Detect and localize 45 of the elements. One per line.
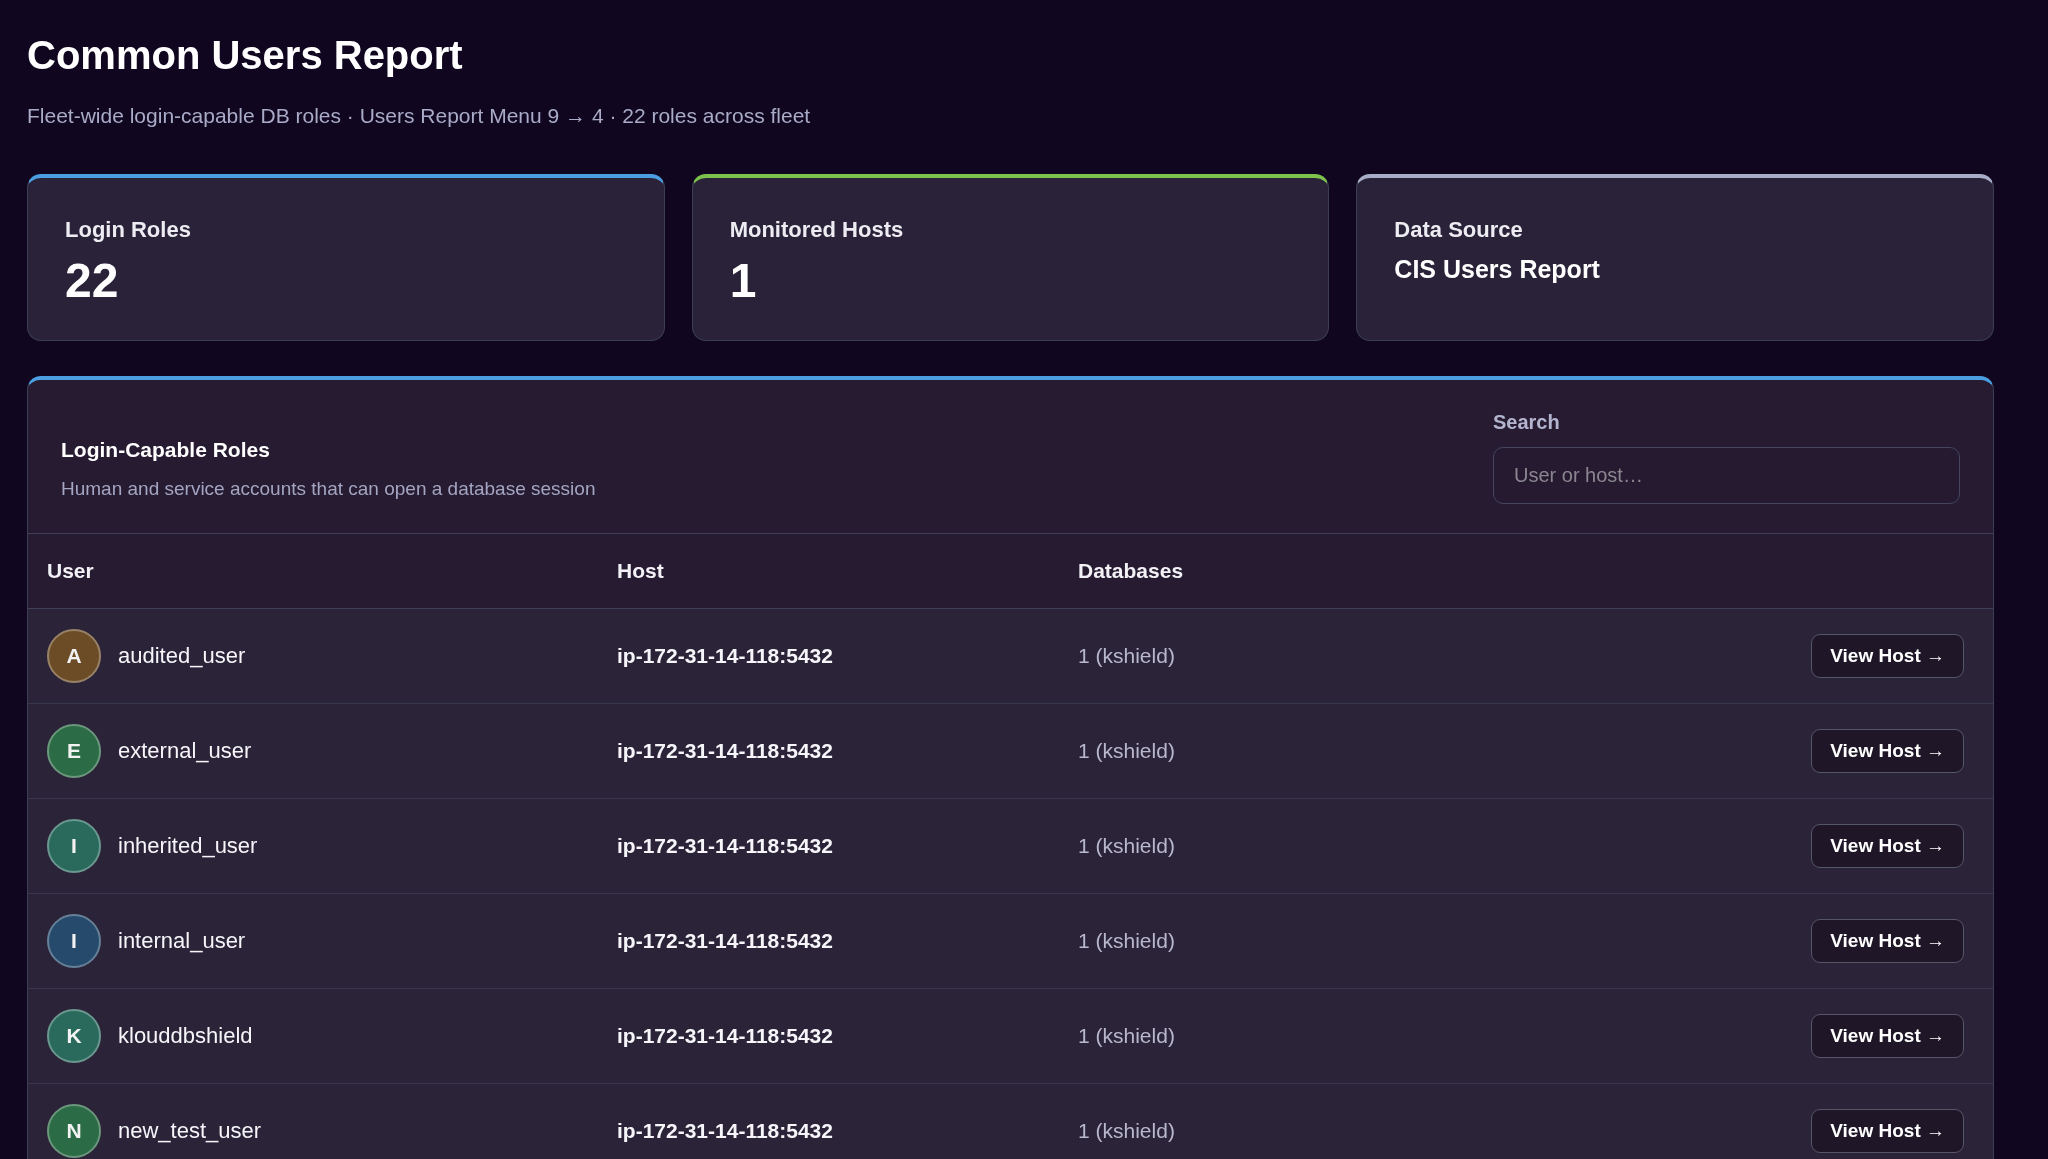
user-avatar: I xyxy=(47,914,101,968)
user-avatar: E xyxy=(47,724,101,778)
user-name: new_test_user xyxy=(118,1118,262,1144)
stat-value: 1 xyxy=(729,253,757,309)
view-host-button[interactable]: View Host → xyxy=(1811,1014,1964,1058)
host-cell: ip-172-31-14-118:5432 xyxy=(617,739,833,763)
panel-title: Login-Capable Roles xyxy=(61,437,270,463)
user-name: audited_user xyxy=(118,643,246,669)
search-field[interactable]: User or host… xyxy=(1493,447,1960,504)
stat-value: 22 xyxy=(65,253,119,309)
user-name: klouddbshield xyxy=(118,1023,253,1049)
databases-cell: 1 (kshield) xyxy=(1078,929,1175,953)
user-avatar: I xyxy=(47,819,101,873)
user-avatar: N xyxy=(47,1104,101,1158)
stat-value: CIS Users Report xyxy=(1394,254,1600,285)
host-cell: ip-172-31-14-118:5432 xyxy=(617,644,833,668)
search-label: Search xyxy=(1493,410,1560,435)
panel-description: Human and service accounts that can open a database session xyxy=(61,477,596,501)
user-avatar: A xyxy=(47,629,101,683)
databases-cell: 1 (kshield) xyxy=(1078,1024,1175,1048)
view-host-button[interactable]: View Host → xyxy=(1811,1109,1964,1153)
user-name: internal_user xyxy=(118,928,246,954)
view-host-button[interactable]: View Host → xyxy=(1811,634,1964,678)
page-title: Common Users Report xyxy=(27,32,463,79)
column-header: User xyxy=(47,559,94,583)
host-cell: ip-172-31-14-118:5432 xyxy=(617,834,833,858)
host-cell: ip-172-31-14-118:5432 xyxy=(617,1119,833,1143)
column-header: Host xyxy=(617,559,664,583)
user-name: external_user xyxy=(118,738,252,764)
column-header: Databases xyxy=(1078,559,1184,583)
user-name: inherited_user xyxy=(118,833,258,859)
host-cell: ip-172-31-14-118:5432 xyxy=(617,929,833,953)
view-host-button[interactable]: View Host → xyxy=(1811,919,1964,963)
stat-label: Login Roles xyxy=(65,216,191,244)
databases-cell: 1 (kshield) xyxy=(1078,1119,1175,1143)
host-cell: ip-172-31-14-118:5432 xyxy=(617,1024,833,1048)
view-host-button[interactable]: View Host → xyxy=(1811,729,1964,773)
stat-label: Data Source xyxy=(1394,216,1523,244)
user-avatar: K xyxy=(47,1009,101,1063)
databases-cell: 1 (kshield) xyxy=(1078,834,1175,858)
page-subtitle: Fleet-wide login-capable DB roles · Users Report Menu 9 → 4 · 22 roles across fleet xyxy=(27,103,811,129)
stat-label: Monitored Hosts xyxy=(729,216,904,244)
databases-cell: 1 (kshield) xyxy=(1078,739,1175,763)
databases-cell: 1 (kshield) xyxy=(1078,644,1175,668)
view-host-button[interactable]: View Host → xyxy=(1811,824,1964,868)
